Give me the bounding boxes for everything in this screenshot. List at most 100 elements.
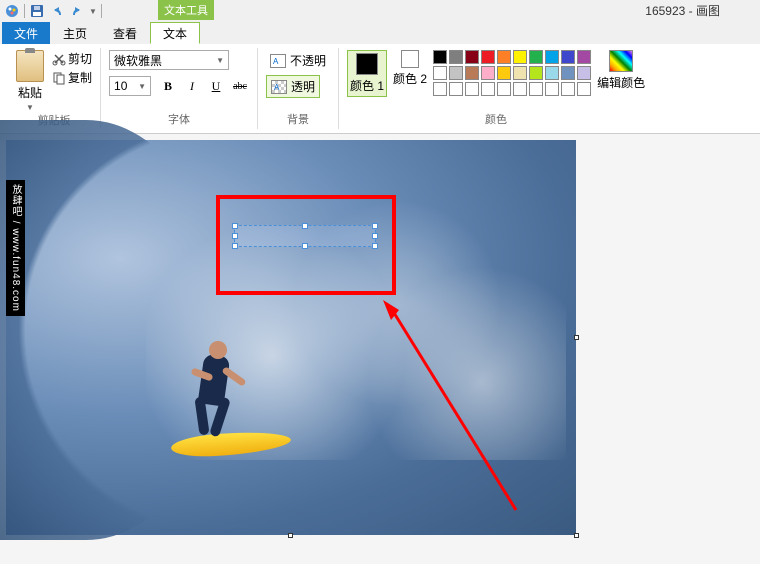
tab-home[interactable]: 主页 bbox=[50, 22, 100, 44]
paste-button[interactable]: 粘贴 ▼ bbox=[16, 50, 44, 112]
group-label-colors: 颜色 bbox=[485, 111, 507, 129]
color2-label: 颜色 2 bbox=[393, 70, 427, 87]
resize-handle[interactable] bbox=[232, 243, 238, 249]
resize-handle[interactable] bbox=[372, 233, 378, 239]
bg-opaque-label: 不透明 bbox=[290, 52, 326, 69]
save-icon[interactable] bbox=[29, 3, 45, 19]
group-label-bg: 背景 bbox=[287, 111, 309, 129]
color-swatch[interactable] bbox=[465, 82, 479, 96]
context-tab-label: 文本工具 bbox=[158, 0, 214, 20]
color-palette bbox=[433, 50, 591, 96]
color-swatch[interactable] bbox=[497, 50, 511, 64]
tab-view[interactable]: 查看 bbox=[100, 22, 150, 44]
clipboard-icon bbox=[16, 50, 44, 82]
separator bbox=[24, 4, 25, 18]
edit-colors-button[interactable]: 编辑颜色 bbox=[597, 50, 645, 91]
resize-handle[interactable] bbox=[372, 223, 378, 229]
canvas-resize-handle[interactable] bbox=[288, 533, 293, 538]
color-swatch[interactable] bbox=[497, 82, 511, 96]
tab-text[interactable]: 文本 bbox=[150, 22, 200, 44]
color-swatch[interactable] bbox=[465, 66, 479, 80]
bg-transparent-button[interactable]: A 透明 bbox=[266, 75, 320, 98]
resize-handle[interactable] bbox=[302, 223, 308, 229]
opaque-icon: A bbox=[270, 54, 286, 68]
strike-button[interactable]: abc bbox=[231, 77, 249, 95]
color-swatch[interactable] bbox=[513, 50, 527, 64]
color-swatch[interactable] bbox=[545, 66, 559, 80]
resize-handle[interactable] bbox=[232, 233, 238, 239]
resize-handle[interactable] bbox=[302, 243, 308, 249]
color1-button[interactable]: 颜色 1 bbox=[347, 50, 387, 97]
canvas[interactable]: 放肆吧 / www.fun48.com bbox=[6, 140, 576, 535]
canvas-resize-handle[interactable] bbox=[574, 533, 579, 538]
color-swatch[interactable] bbox=[577, 82, 591, 96]
watermark: 放肆吧 / www.fun48.com bbox=[6, 180, 25, 316]
color-swatch[interactable] bbox=[449, 82, 463, 96]
app-icon bbox=[4, 3, 20, 19]
color-swatch[interactable] bbox=[529, 50, 543, 64]
ribbon: 粘贴 ▼ 剪切 复制 剪贴板 微软雅黑 ▼ bbox=[0, 44, 760, 134]
bg-opaque-button[interactable]: A 不透明 bbox=[266, 50, 330, 71]
cut-label: 剪切 bbox=[68, 50, 92, 67]
color-swatch[interactable] bbox=[545, 82, 559, 96]
color-swatch[interactable] bbox=[561, 50, 575, 64]
edit-colors-label: 编辑颜色 bbox=[597, 74, 645, 91]
color-swatch[interactable] bbox=[449, 66, 463, 80]
font-name-value: 微软雅黑 bbox=[114, 52, 162, 69]
image-surfer bbox=[161, 335, 271, 485]
canvas-area: 放肆吧 / www.fun48.com bbox=[0, 134, 760, 564]
color-swatch[interactable] bbox=[497, 66, 511, 80]
color-swatch[interactable] bbox=[481, 66, 495, 80]
font-size-select[interactable]: 10 ▼ bbox=[109, 76, 151, 96]
font-size-value: 10 bbox=[114, 79, 127, 93]
dropdown-icon: ▼ bbox=[26, 103, 34, 112]
color-swatch[interactable] bbox=[433, 82, 447, 96]
color-swatch[interactable] bbox=[433, 66, 447, 80]
canvas-resize-handle[interactable] bbox=[574, 335, 579, 340]
text-input-box[interactable] bbox=[234, 225, 376, 247]
color-swatch[interactable] bbox=[561, 82, 575, 96]
redo-icon[interactable] bbox=[69, 3, 85, 19]
copy-label: 复制 bbox=[68, 69, 92, 86]
color-swatch[interactable] bbox=[513, 66, 527, 80]
color-swatch[interactable] bbox=[513, 82, 527, 96]
italic-button[interactable]: I bbox=[183, 77, 201, 95]
color-swatch[interactable] bbox=[545, 50, 559, 64]
underline-button[interactable]: U bbox=[207, 77, 225, 95]
separator bbox=[101, 4, 102, 18]
copy-icon bbox=[52, 71, 66, 85]
font-name-select[interactable]: 微软雅黑 ▼ bbox=[109, 50, 229, 70]
resize-handle[interactable] bbox=[372, 243, 378, 249]
color-swatch[interactable] bbox=[481, 82, 495, 96]
dropdown-icon: ▼ bbox=[138, 82, 146, 91]
color-swatch[interactable] bbox=[561, 66, 575, 80]
qat-dropdown-icon[interactable]: ▼ bbox=[89, 7, 97, 16]
group-background: A 不透明 A 透明 背景 bbox=[258, 48, 339, 129]
rainbow-icon bbox=[609, 50, 633, 72]
bold-button[interactable]: B bbox=[159, 77, 177, 95]
cut-button[interactable]: 剪切 bbox=[52, 50, 92, 67]
color-swatch[interactable] bbox=[529, 82, 543, 96]
dropdown-icon: ▼ bbox=[216, 56, 224, 65]
color-swatch[interactable] bbox=[481, 50, 495, 64]
bg-transparent-label: 透明 bbox=[291, 78, 315, 95]
copy-button[interactable]: 复制 bbox=[52, 69, 92, 86]
resize-handle[interactable] bbox=[232, 223, 238, 229]
color-swatch[interactable] bbox=[577, 50, 591, 64]
group-clipboard: 粘贴 ▼ 剪切 复制 剪贴板 bbox=[8, 48, 101, 129]
color-swatch[interactable] bbox=[449, 50, 463, 64]
color1-swatch bbox=[356, 53, 378, 75]
scissors-icon bbox=[52, 52, 66, 66]
color-swatch[interactable] bbox=[433, 50, 447, 64]
color1-label: 颜色 1 bbox=[350, 77, 384, 94]
color-swatch[interactable] bbox=[465, 50, 479, 64]
ribbon-tabs: 文件 主页 查看 文本 bbox=[0, 22, 760, 44]
color-swatch[interactable] bbox=[577, 66, 591, 80]
paste-label: 粘贴 bbox=[18, 84, 42, 101]
transparent-icon: A bbox=[271, 80, 287, 94]
color2-button[interactable]: 颜色 2 bbox=[393, 50, 427, 87]
tab-file[interactable]: 文件 bbox=[2, 22, 50, 44]
undo-icon[interactable] bbox=[49, 3, 65, 19]
color-swatch[interactable] bbox=[529, 66, 543, 80]
color2-swatch bbox=[401, 50, 419, 68]
